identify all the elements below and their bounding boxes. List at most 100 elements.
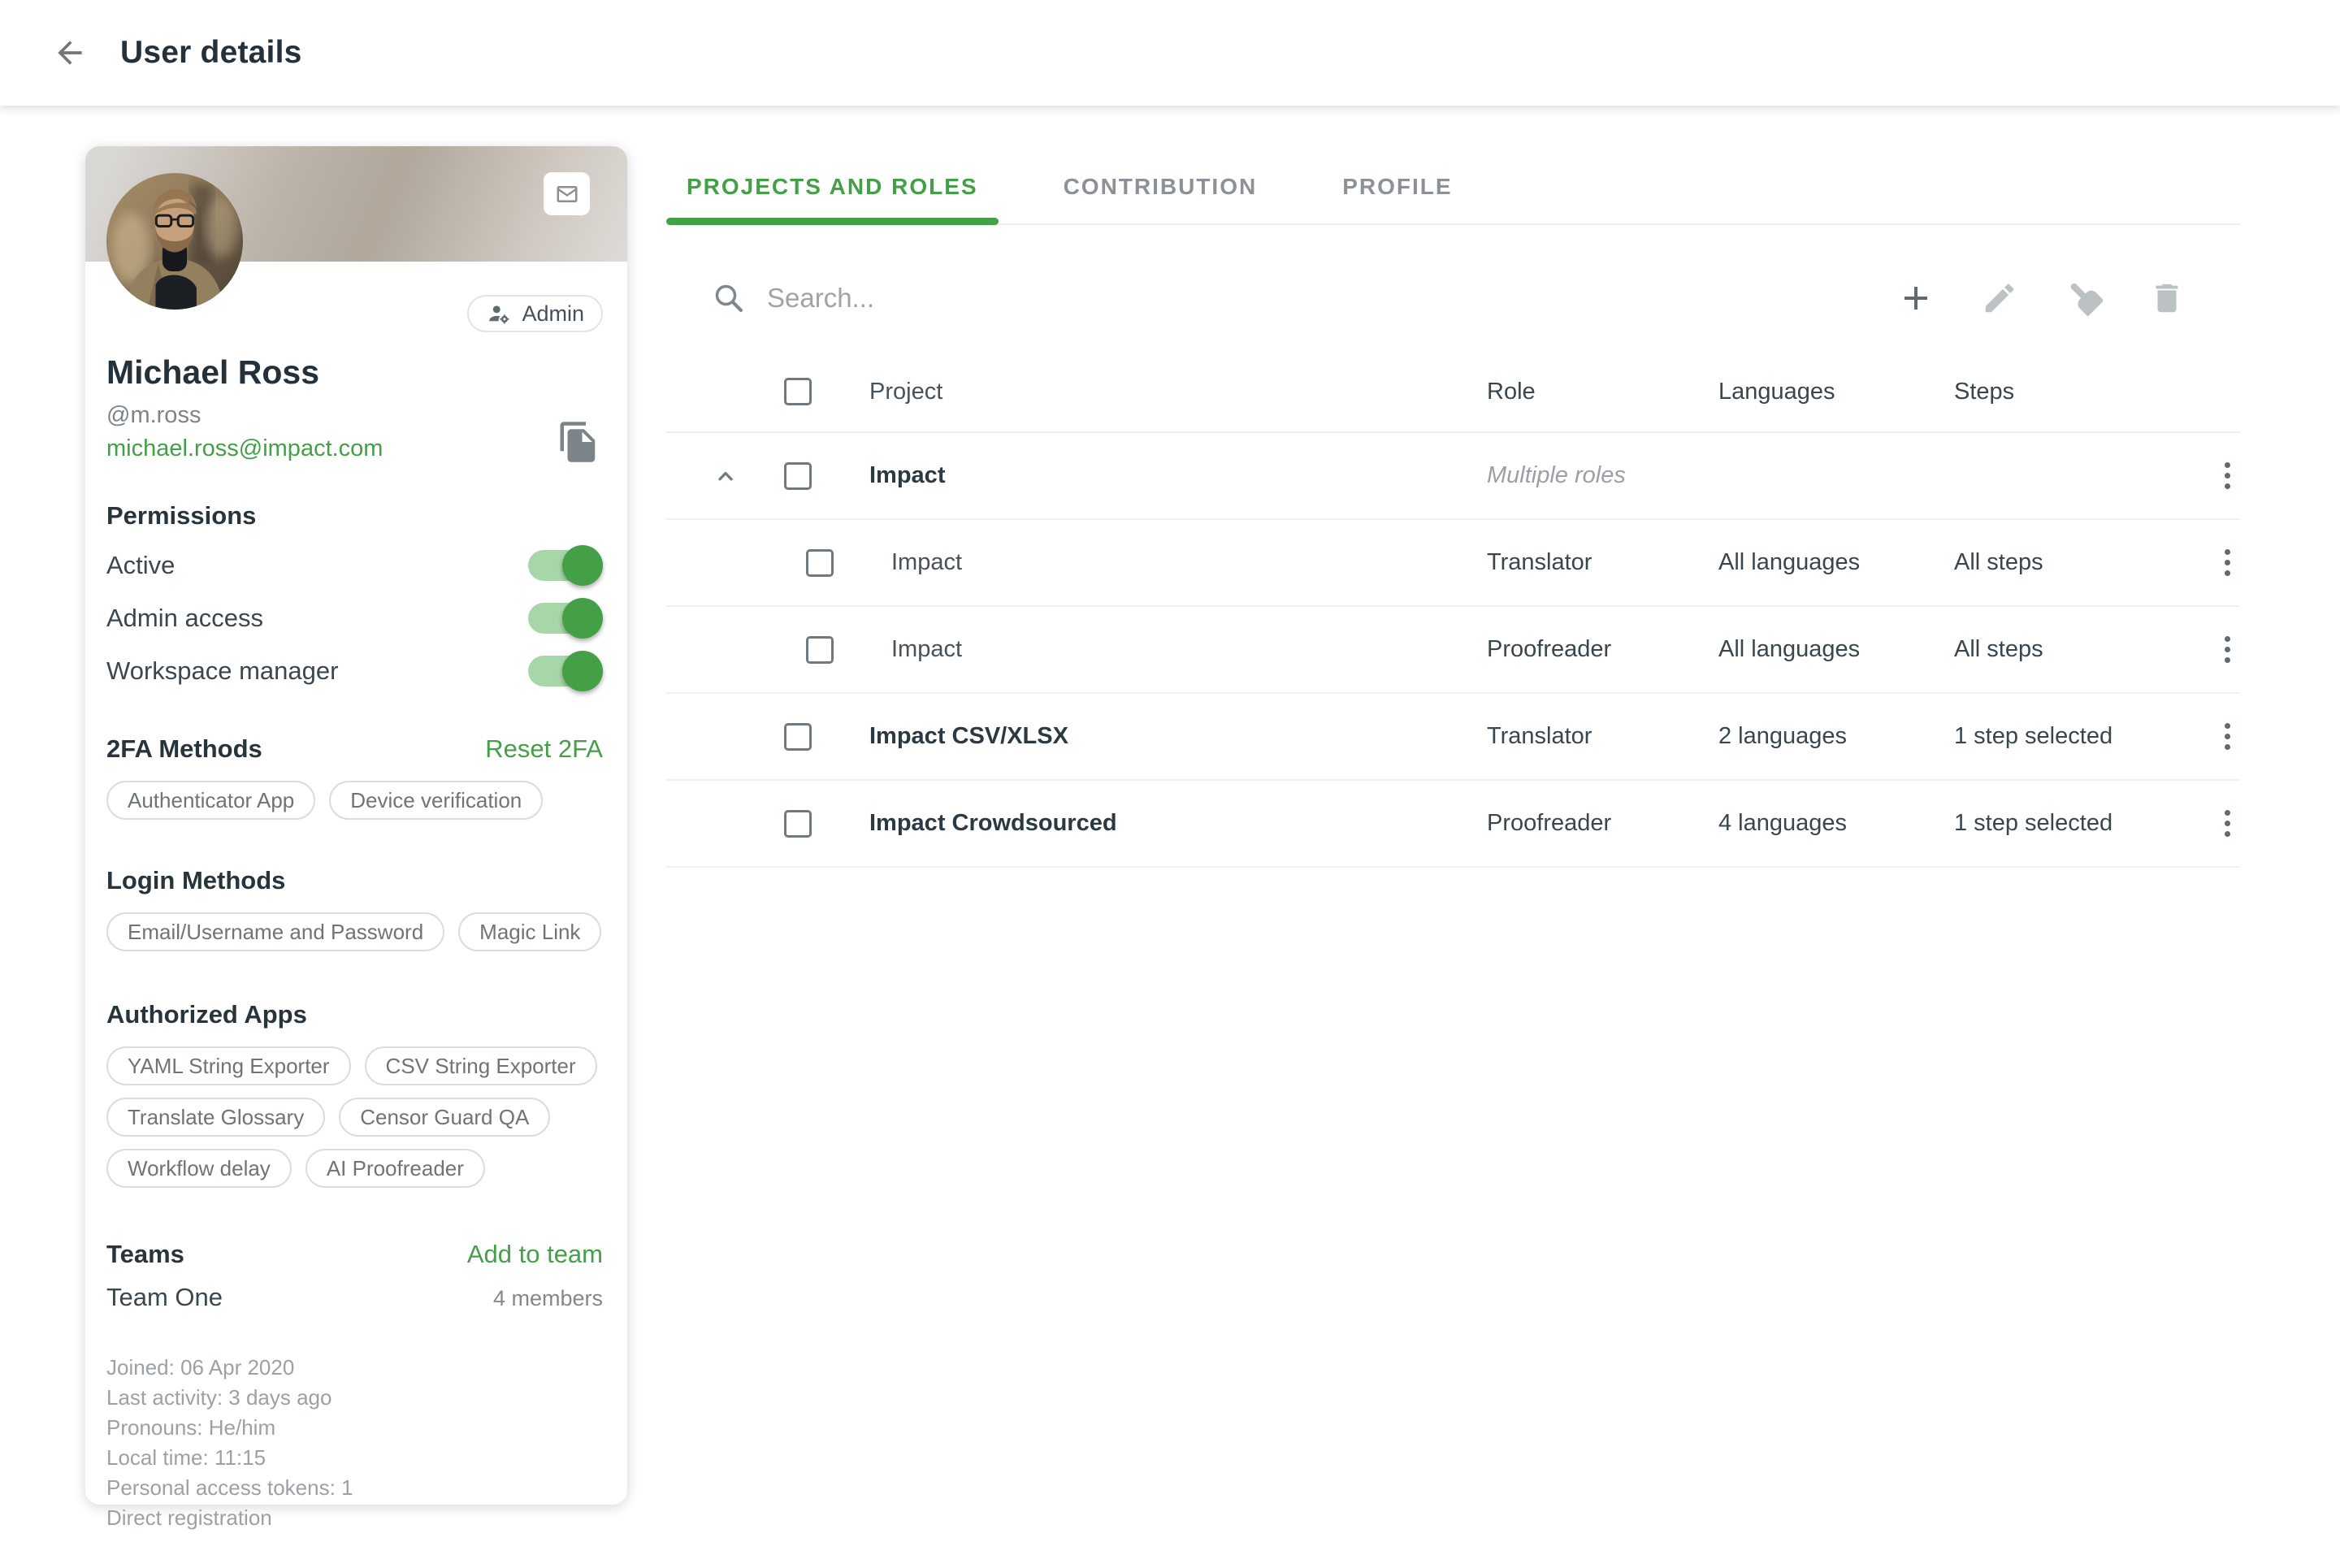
- pencil-icon: [1981, 279, 2018, 317]
- column-header-role: Role: [1487, 379, 1718, 405]
- admin-badge: Admin: [467, 295, 603, 332]
- delete-button[interactable]: [2146, 277, 2188, 319]
- row-checkbox[interactable]: [784, 462, 812, 490]
- table-row[interactable]: ImpactProofreaderAll languagesAll steps: [666, 607, 2240, 694]
- row-checkbox[interactable]: [806, 549, 834, 577]
- row-checkbox[interactable]: [806, 636, 834, 664]
- authorized-app-chip: Censor Guard QA: [339, 1098, 550, 1137]
- column-header-steps: Steps: [1954, 379, 2203, 405]
- profile-meta-line: Pronouns: He/him: [106, 1413, 603, 1443]
- projects-table: ProjectRoleLanguagesSteps ImpactMultiple…: [666, 352, 2240, 868]
- add-button[interactable]: [1895, 277, 1937, 319]
- search-input[interactable]: [767, 283, 1895, 314]
- table-header-row: ProjectRoleLanguagesSteps: [666, 352, 2240, 433]
- toggle-knob: [562, 545, 603, 586]
- authorized-apps-title: Authorized Apps: [106, 1000, 603, 1029]
- table-row[interactable]: Impact CrowdsourcedProofreader4 language…: [666, 781, 2240, 868]
- authorized-app-chip: Translate Glossary: [106, 1098, 325, 1137]
- authorized-app-chip: CSV String Exporter: [365, 1046, 597, 1085]
- twofa-method-chip: Device verification: [329, 781, 543, 820]
- row-menu-icon[interactable]: [2220, 805, 2235, 842]
- search-row: [666, 259, 2240, 337]
- select-all-checkbox[interactable]: [784, 378, 812, 405]
- permission-label: Workspace manager: [106, 656, 338, 686]
- user-details-screen: User details: [0, 0, 2340, 1568]
- permission-label: Admin access: [106, 604, 263, 633]
- profile-meta-line: Direct registration: [106, 1503, 603, 1533]
- steps-cell: All steps: [1954, 636, 2203, 663]
- send-email-button[interactable]: [544, 172, 590, 215]
- toggle-admin-access[interactable]: [528, 603, 598, 634]
- project-cell: Impact: [869, 549, 1487, 576]
- user-handle: @m.ross: [106, 402, 603, 429]
- row-checkbox[interactable]: [784, 810, 812, 838]
- profile-meta-line: Personal access tokens: 1: [106, 1473, 603, 1503]
- login-method-chip: Magic Link: [458, 912, 601, 951]
- team-members-count: 4 members: [493, 1286, 603, 1311]
- copy-email-button[interactable]: [554, 416, 603, 468]
- team-row: Team One 4 members: [106, 1283, 603, 1312]
- steps-cell: 1 step selected: [1954, 810, 2203, 837]
- user-email[interactable]: michael.ross@impact.com: [106, 435, 383, 462]
- row-checkbox[interactable]: [784, 723, 812, 751]
- toggle-knob: [562, 651, 603, 691]
- languages-cell: All languages: [1718, 549, 1954, 576]
- permission-row: Workspace manager: [106, 644, 603, 697]
- profile-card: Admin Michael Ross @m.ross michael.ross@…: [85, 146, 627, 1505]
- table-row[interactable]: ImpactMultiple roles: [666, 433, 2240, 520]
- role-cell: Proofreader: [1487, 636, 1718, 663]
- add-to-team-link[interactable]: Add to team: [467, 1240, 603, 1269]
- twofa-title: 2FA Methods: [106, 734, 262, 764]
- twofa-method-chip: Authenticator App: [106, 781, 315, 820]
- teams-title: Teams: [106, 1240, 184, 1269]
- copy-icon: [557, 418, 600, 466]
- table-toolbar: [1895, 277, 2240, 319]
- permissions-title: Permissions: [106, 501, 603, 531]
- profile-meta-line: Last activity: 3 days ago: [106, 1383, 603, 1413]
- column-header-languages: Languages: [1718, 379, 1954, 405]
- row-menu-icon[interactable]: [2220, 544, 2235, 581]
- clear-button[interactable]: [2062, 277, 2104, 319]
- collapse-chevron-icon[interactable]: [712, 462, 739, 490]
- permission-label: Active: [106, 551, 175, 580]
- table-row[interactable]: ImpactTranslatorAll languagesAll steps: [666, 520, 2240, 607]
- project-cell: Impact: [869, 636, 1487, 663]
- toggle-active[interactable]: [528, 550, 598, 581]
- login-methods-title: Login Methods: [106, 866, 603, 895]
- app-bar: User details: [0, 0, 2340, 106]
- role-cell: Multiple roles: [1487, 462, 1718, 489]
- role-cell: Translator: [1487, 723, 1718, 750]
- authorized-app-chip: YAML String Exporter: [106, 1046, 351, 1085]
- role-cell: Translator: [1487, 549, 1718, 576]
- tab-profile[interactable]: PROFILE: [1322, 150, 1472, 223]
- steps-cell: 1 step selected: [1954, 723, 2203, 750]
- plus-icon: [1896, 279, 1935, 318]
- toggle-workspace-manager[interactable]: [528, 656, 598, 687]
- edit-button[interactable]: [1978, 277, 2021, 319]
- steps-cell: All steps: [1954, 549, 2203, 576]
- page-title: User details: [120, 35, 302, 71]
- broom-icon: [2064, 279, 2103, 318]
- row-menu-icon[interactable]: [2220, 718, 2235, 755]
- authorized-app-chip: AI Proofreader: [306, 1149, 485, 1188]
- row-menu-icon[interactable]: [2220, 631, 2235, 668]
- trash-icon: [2148, 279, 2186, 317]
- team-name: Team One: [106, 1283, 223, 1312]
- search-icon: [712, 281, 746, 315]
- login-method-chip: Email/Username and Password: [106, 912, 444, 951]
- column-header-project: Project: [869, 379, 1487, 405]
- reset-2fa-link[interactable]: Reset 2FA: [485, 734, 603, 764]
- back-button[interactable]: [50, 33, 89, 72]
- languages-cell: All languages: [1718, 636, 1954, 663]
- avatar: [106, 173, 243, 310]
- tab-contribution[interactable]: CONTRIBUTION: [1043, 150, 1278, 223]
- languages-cell: 2 languages: [1718, 723, 1954, 750]
- row-menu-icon[interactable]: [2220, 457, 2235, 494]
- project-cell: Impact: [869, 462, 1487, 489]
- table-row[interactable]: Impact CSV/XLSXTranslator2 languages1 st…: [666, 694, 2240, 781]
- project-cell: Impact Crowdsourced: [869, 810, 1487, 837]
- person-gear-icon: [486, 302, 513, 326]
- tab-projects-and-roles[interactable]: PROJECTS AND ROLES: [666, 150, 999, 223]
- projects-panel: PROJECTS AND ROLES CONTRIBUTION PROFILE: [666, 150, 2240, 868]
- tab-bar: PROJECTS AND ROLES CONTRIBUTION PROFILE: [666, 150, 2240, 225]
